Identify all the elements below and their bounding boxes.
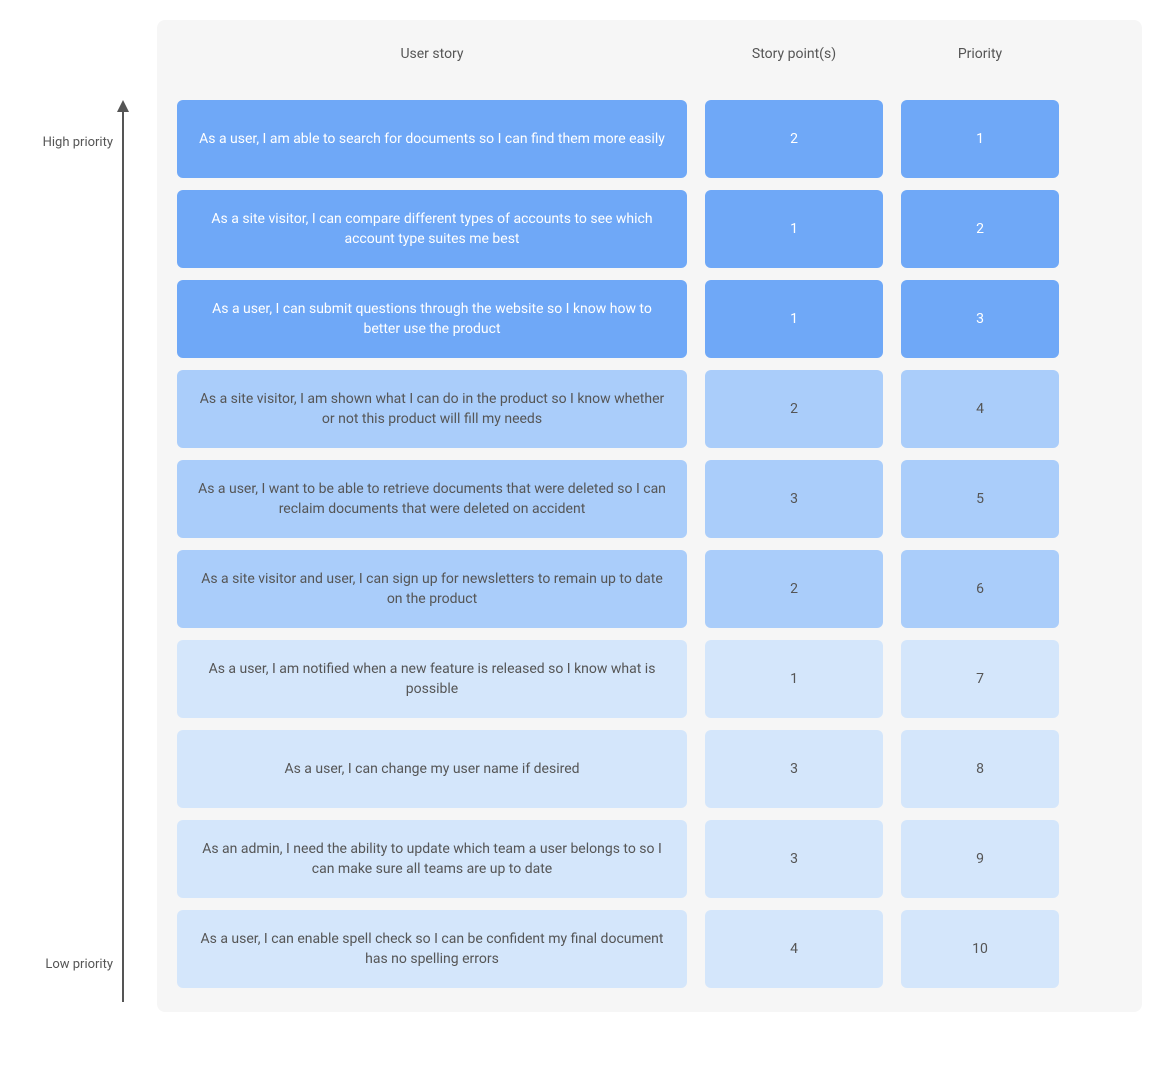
story-cell: As a user, I can submit questions throug… bbox=[177, 280, 687, 358]
priority-cell: 10 bbox=[901, 910, 1059, 988]
priority-cell: 6 bbox=[901, 550, 1059, 628]
priority-cell: 1 bbox=[901, 100, 1059, 178]
header-user-story: User story bbox=[177, 40, 687, 68]
points-cell: 3 bbox=[705, 730, 883, 808]
backlog-row: As a user, I am notified when a new feat… bbox=[177, 640, 1122, 718]
story-cell: As a user, I am notified when a new feat… bbox=[177, 640, 687, 718]
backlog-row: As a site visitor, I can compare differe… bbox=[177, 190, 1122, 268]
points-cell: 1 bbox=[705, 190, 883, 268]
priority-cell: 5 bbox=[901, 460, 1059, 538]
backlog-row: As a site visitor and user, I can sign u… bbox=[177, 550, 1122, 628]
backlog-row: As a user, I can enable spell check so I… bbox=[177, 910, 1122, 988]
backlog-rows: As a user, I am able to search for docum… bbox=[177, 100, 1122, 988]
backlog-row: As a user, I can change my user name if … bbox=[177, 730, 1122, 808]
backlog-row: As a site visitor, I am shown what I can… bbox=[177, 370, 1122, 448]
backlog-diagram: High priority Low priority User story St… bbox=[22, 20, 1142, 1012]
priority-cell: 2 bbox=[901, 190, 1059, 268]
backlog-panel: User story Story point(s) Priority As a … bbox=[157, 20, 1142, 1012]
story-cell: As a site visitor, I am shown what I can… bbox=[177, 370, 687, 448]
header-row: User story Story point(s) Priority bbox=[177, 40, 1122, 68]
priority-cell: 3 bbox=[901, 280, 1059, 358]
priority-axis: High priority Low priority bbox=[22, 20, 137, 1012]
backlog-row: As a user, I am able to search for docum… bbox=[177, 100, 1122, 178]
points-cell: 2 bbox=[705, 550, 883, 628]
axis-shaft bbox=[122, 111, 124, 1002]
header-priority: Priority bbox=[901, 40, 1059, 68]
points-cell: 2 bbox=[705, 100, 883, 178]
priority-cell: 4 bbox=[901, 370, 1059, 448]
story-cell: As a user, I can enable spell check so I… bbox=[177, 910, 687, 988]
story-cell: As a user, I want to be able to retrieve… bbox=[177, 460, 687, 538]
priority-cell: 8 bbox=[901, 730, 1059, 808]
story-cell: As an admin, I need the ability to updat… bbox=[177, 820, 687, 898]
points-cell: 4 bbox=[705, 910, 883, 988]
points-cell: 3 bbox=[705, 820, 883, 898]
story-cell: As a site visitor, I can compare differe… bbox=[177, 190, 687, 268]
story-cell: As a user, I am able to search for docum… bbox=[177, 100, 687, 178]
backlog-row: As a user, I can submit questions throug… bbox=[177, 280, 1122, 358]
points-cell: 3 bbox=[705, 460, 883, 538]
priority-cell: 7 bbox=[901, 640, 1059, 718]
priority-cell: 9 bbox=[901, 820, 1059, 898]
story-cell: As a user, I can change my user name if … bbox=[177, 730, 687, 808]
points-cell: 2 bbox=[705, 370, 883, 448]
axis-high-label: High priority bbox=[43, 135, 113, 150]
story-cell: As a site visitor and user, I can sign u… bbox=[177, 550, 687, 628]
points-cell: 1 bbox=[705, 640, 883, 718]
points-cell: 1 bbox=[705, 280, 883, 358]
backlog-row: As an admin, I need the ability to updat… bbox=[177, 820, 1122, 898]
backlog-row: As a user, I want to be able to retrieve… bbox=[177, 460, 1122, 538]
axis-low-label: Low priority bbox=[45, 957, 113, 972]
header-story-points: Story point(s) bbox=[705, 40, 883, 68]
axis-arrow bbox=[117, 100, 129, 1002]
